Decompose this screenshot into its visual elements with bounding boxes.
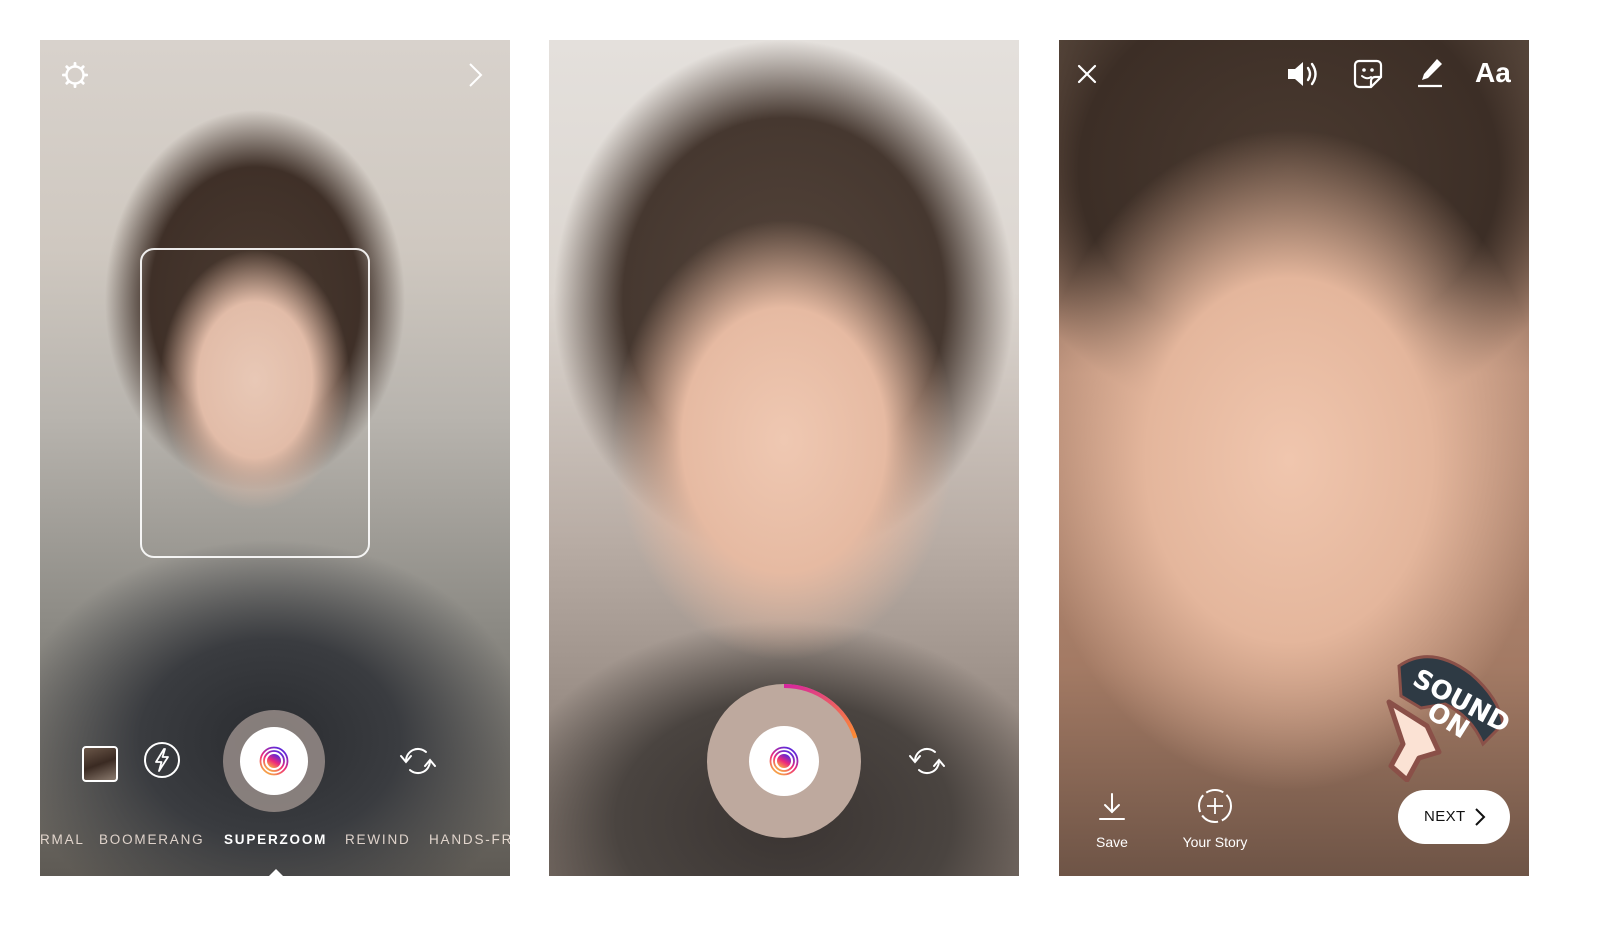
your-story-label: Your Story <box>1182 834 1248 850</box>
settings-icon[interactable] <box>60 60 90 90</box>
download-icon <box>1099 792 1125 822</box>
mode-boomerang[interactable]: BOOMERANG <box>99 832 204 847</box>
next-button[interactable]: NEXT <box>1398 790 1510 844</box>
superzoom-shutter-icon <box>259 746 289 776</box>
text-tool-button[interactable]: Aa <box>1475 56 1511 90</box>
chevron-right-icon[interactable] <box>464 62 486 88</box>
add-story-icon <box>1197 788 1233 824</box>
sound-on-sticker[interactable]: SOUND ON <box>1381 646 1511 782</box>
save-button[interactable]: Save <box>1089 792 1135 852</box>
flip-camera-icon[interactable] <box>398 744 438 778</box>
sticker-icon[interactable] <box>1352 58 1384 90</box>
mode-normal[interactable]: RMAL <box>40 832 85 847</box>
mode-hands-free[interactable]: HANDS-FR <box>429 832 510 847</box>
record-button-inner[interactable] <box>749 726 819 796</box>
flash-button[interactable] <box>144 742 180 778</box>
camera-recording-panel <box>549 40 1019 876</box>
story-edit-panel: Aa SOUND ON Save Your Story NEXT <box>1059 40 1529 876</box>
chevron-right-icon <box>1475 808 1486 826</box>
pen-icon[interactable] <box>1415 56 1445 90</box>
close-icon[interactable] <box>1075 62 1099 86</box>
gallery-thumbnail[interactable] <box>82 746 118 782</box>
speaker-icon[interactable] <box>1285 58 1321 90</box>
save-label: Save <box>1096 834 1128 850</box>
flash-icon <box>155 748 169 772</box>
shutter-inner <box>240 727 308 795</box>
active-mode-indicator <box>269 869 283 876</box>
mode-rewind[interactable]: REWIND <box>345 832 411 847</box>
camera-capture-panel: RMAL BOOMERANG SUPERZOOM REWIND HANDS-FR <box>40 40 510 876</box>
next-label: NEXT <box>1424 808 1466 825</box>
mode-superzoom[interactable]: SUPERZOOM <box>224 832 327 847</box>
your-story-button[interactable]: Your Story <box>1163 788 1259 852</box>
face-detection-box <box>140 248 370 558</box>
shutter-button[interactable] <box>223 710 325 812</box>
superzoom-shutter-icon <box>769 746 799 776</box>
flip-camera-icon[interactable] <box>907 744 947 778</box>
camera-mode-selector[interactable]: RMAL BOOMERANG SUPERZOOM REWIND HANDS-FR <box>40 832 510 852</box>
